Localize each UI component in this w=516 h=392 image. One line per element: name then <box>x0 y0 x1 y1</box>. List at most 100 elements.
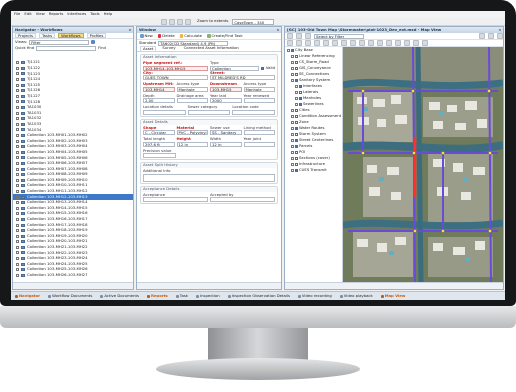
expand-icon[interactable] <box>16 223 19 227</box>
layer-checkbox[interactable] <box>295 138 298 142</box>
close-icon[interactable]: × <box>498 27 502 32</box>
expand-icon[interactable] <box>16 156 19 160</box>
taskbar-item-navigator[interactable]: Navigator <box>13 293 42 299</box>
expand-icon[interactable] <box>291 126 294 130</box>
layer-checkbox[interactable] <box>295 156 298 160</box>
expand-icon[interactable] <box>16 61 19 65</box>
map-tool-icon[interactable] <box>422 40 428 46</box>
expand-icon[interactable] <box>291 72 294 76</box>
expand-icon[interactable] <box>295 84 298 88</box>
menu-item-tools[interactable]: Tools <box>90 11 99 17</box>
depth-field[interactable]: 2.00 <box>143 98 175 103</box>
expand-icon[interactable] <box>16 122 19 126</box>
year-joint-field[interactable] <box>243 141 275 147</box>
layer-checkbox[interactable] <box>295 132 298 136</box>
expand-icon[interactable] <box>16 111 19 115</box>
map-canvas[interactable] <box>342 46 503 284</box>
layer-checkbox[interactable] <box>295 162 298 166</box>
tab-survey[interactable]: Survey <box>160 45 177 51</box>
taskbar-item-workflow-documents[interactable]: Workflow Documents <box>46 293 94 299</box>
drainage-field[interactable] <box>176 98 208 103</box>
map-tool-icon[interactable] <box>359 40 365 46</box>
expand-icon[interactable] <box>295 90 298 94</box>
downstream-access-select[interactable]: Manhole <box>243 86 275 92</box>
expand-icon[interactable] <box>16 257 19 261</box>
material-select[interactable]: PVC - Polyvinyl <box>176 130 208 135</box>
layer-checkbox[interactable] <box>295 150 298 154</box>
layer-checkbox[interactable] <box>295 108 298 112</box>
upstream-field[interactable]: 103-MH14 <box>143 86 175 92</box>
expand-icon[interactable] <box>291 168 294 172</box>
toolbar-icon[interactable] <box>161 18 167 25</box>
sewer-use-select[interactable]: SS - Sanitary <box>210 130 242 135</box>
map-tool-icon[interactable] <box>497 33 503 39</box>
toolbar-icon[interactable] <box>185 18 191 25</box>
layer-checkbox[interactable] <box>295 168 298 172</box>
map-tool-icon[interactable] <box>296 40 302 46</box>
expand-icon[interactable] <box>16 245 19 249</box>
map-tool-icon[interactable] <box>341 40 347 46</box>
length-field[interactable]: 297.6 ft <box>143 141 175 147</box>
expand-icon[interactable] <box>16 145 19 149</box>
expand-icon[interactable] <box>16 178 19 182</box>
expand-icon[interactable] <box>16 173 19 177</box>
layer-checkbox[interactable] <box>295 72 298 76</box>
expand-icon[interactable] <box>295 96 298 100</box>
expand-icon[interactable] <box>291 120 294 124</box>
tab-connected-asset-information[interactable]: Connected Asset Information <box>182 45 241 51</box>
expand-icon[interactable] <box>16 217 19 221</box>
expand-icon[interactable] <box>291 156 294 160</box>
shape-select[interactable]: C - Circular <box>143 130 175 135</box>
expand-icon[interactable] <box>16 78 19 82</box>
layer-checkbox[interactable] <box>299 96 302 100</box>
layer-checkbox[interactable] <box>295 54 298 58</box>
expand-icon[interactable] <box>16 139 19 143</box>
zoom-select[interactable]: CaseTown - 340 (1:10) <box>232 18 275 30</box>
expand-icon[interactable] <box>16 234 19 238</box>
expand-icon[interactable] <box>291 108 294 112</box>
expand-icon[interactable] <box>295 102 298 106</box>
map-tool-icon[interactable] <box>377 40 383 46</box>
map-tool-icon[interactable] <box>350 40 356 46</box>
layer-checkbox[interactable] <box>299 90 302 94</box>
layer-checkbox[interactable] <box>299 84 302 88</box>
layer-checkbox[interactable] <box>291 48 294 52</box>
expand-icon[interactable] <box>291 144 294 148</box>
tab-workflows[interactable]: Workflows <box>58 33 84 38</box>
expand-icon[interactable] <box>291 162 294 166</box>
delete-button[interactable]: Delete <box>157 33 176 39</box>
close-icon[interactable]: × <box>128 27 132 32</box>
expand-icon[interactable] <box>291 66 294 70</box>
expand-icon[interactable] <box>16 106 19 110</box>
expand-icon[interactable] <box>16 161 19 165</box>
map-tool-icon[interactable] <box>386 40 392 46</box>
expand-icon[interactable] <box>16 134 19 138</box>
map-tool-icon[interactable] <box>413 40 419 46</box>
map-tool-icon[interactable] <box>404 40 410 46</box>
layer-checkbox[interactable] <box>295 114 298 118</box>
expand-icon[interactable] <box>16 273 19 277</box>
expand-icon[interactable] <box>16 72 19 76</box>
expand-icon[interactable] <box>16 128 19 132</box>
downstream-field[interactable]: 103-MH15 <box>210 86 242 92</box>
tab-asset[interactable]: Asset <box>140 46 157 51</box>
additional-info-field[interactable] <box>143 173 275 182</box>
layer-checkbox[interactable] <box>295 126 298 130</box>
map-tool-icon[interactable] <box>305 40 311 46</box>
taskbar-item-video-playback[interactable]: Video playback <box>338 293 375 299</box>
map-tool-icon[interactable] <box>287 33 293 39</box>
toolbar-icon[interactable] <box>177 18 183 25</box>
taskbar-item-active-documents[interactable]: Active Documents <box>98 293 141 299</box>
expand-icon[interactable] <box>16 100 19 104</box>
layer-checkbox[interactable] <box>295 78 298 82</box>
menu-item-file[interactable]: File <box>14 11 20 17</box>
expand-icon[interactable] <box>16 240 19 244</box>
expand-icon[interactable] <box>291 60 294 64</box>
expand-icon[interactable] <box>16 94 19 98</box>
map-tool-icon[interactable] <box>323 40 329 46</box>
location-details-field[interactable] <box>143 109 186 115</box>
location-code-field[interactable] <box>232 109 275 115</box>
expand-icon[interactable] <box>16 167 19 171</box>
width-field[interactable]: 12 in <box>210 141 242 147</box>
expand-icon[interactable] <box>287 48 290 52</box>
